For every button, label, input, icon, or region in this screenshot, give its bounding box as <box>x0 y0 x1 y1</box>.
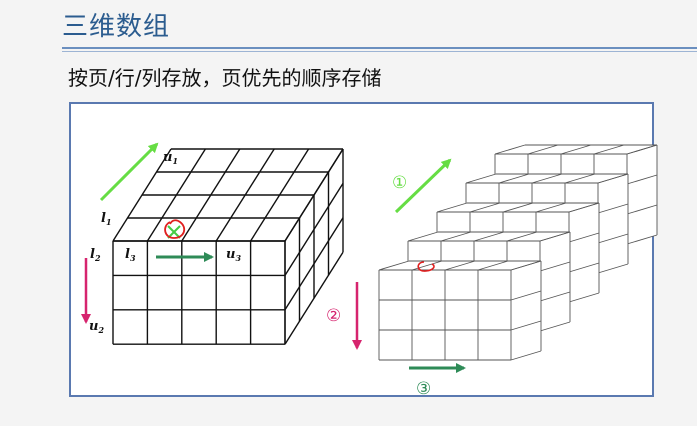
label-l1: l1 <box>101 211 112 227</box>
page-block <box>378 260 542 361</box>
right-pages <box>378 144 658 361</box>
array-3d-diagram: u1 l1 l2 l3 u3 u2 ① ② ③ <box>81 142 658 399</box>
label-l2: l2 <box>90 247 101 263</box>
step1-label: ① <box>392 173 407 193</box>
step2-label: ② <box>326 306 341 326</box>
step3-label: ③ <box>416 379 431 399</box>
label-u2: u2 <box>89 319 104 335</box>
label-u3: u3 <box>226 247 241 263</box>
label-l3: l3 <box>125 247 136 263</box>
face <box>379 261 541 360</box>
